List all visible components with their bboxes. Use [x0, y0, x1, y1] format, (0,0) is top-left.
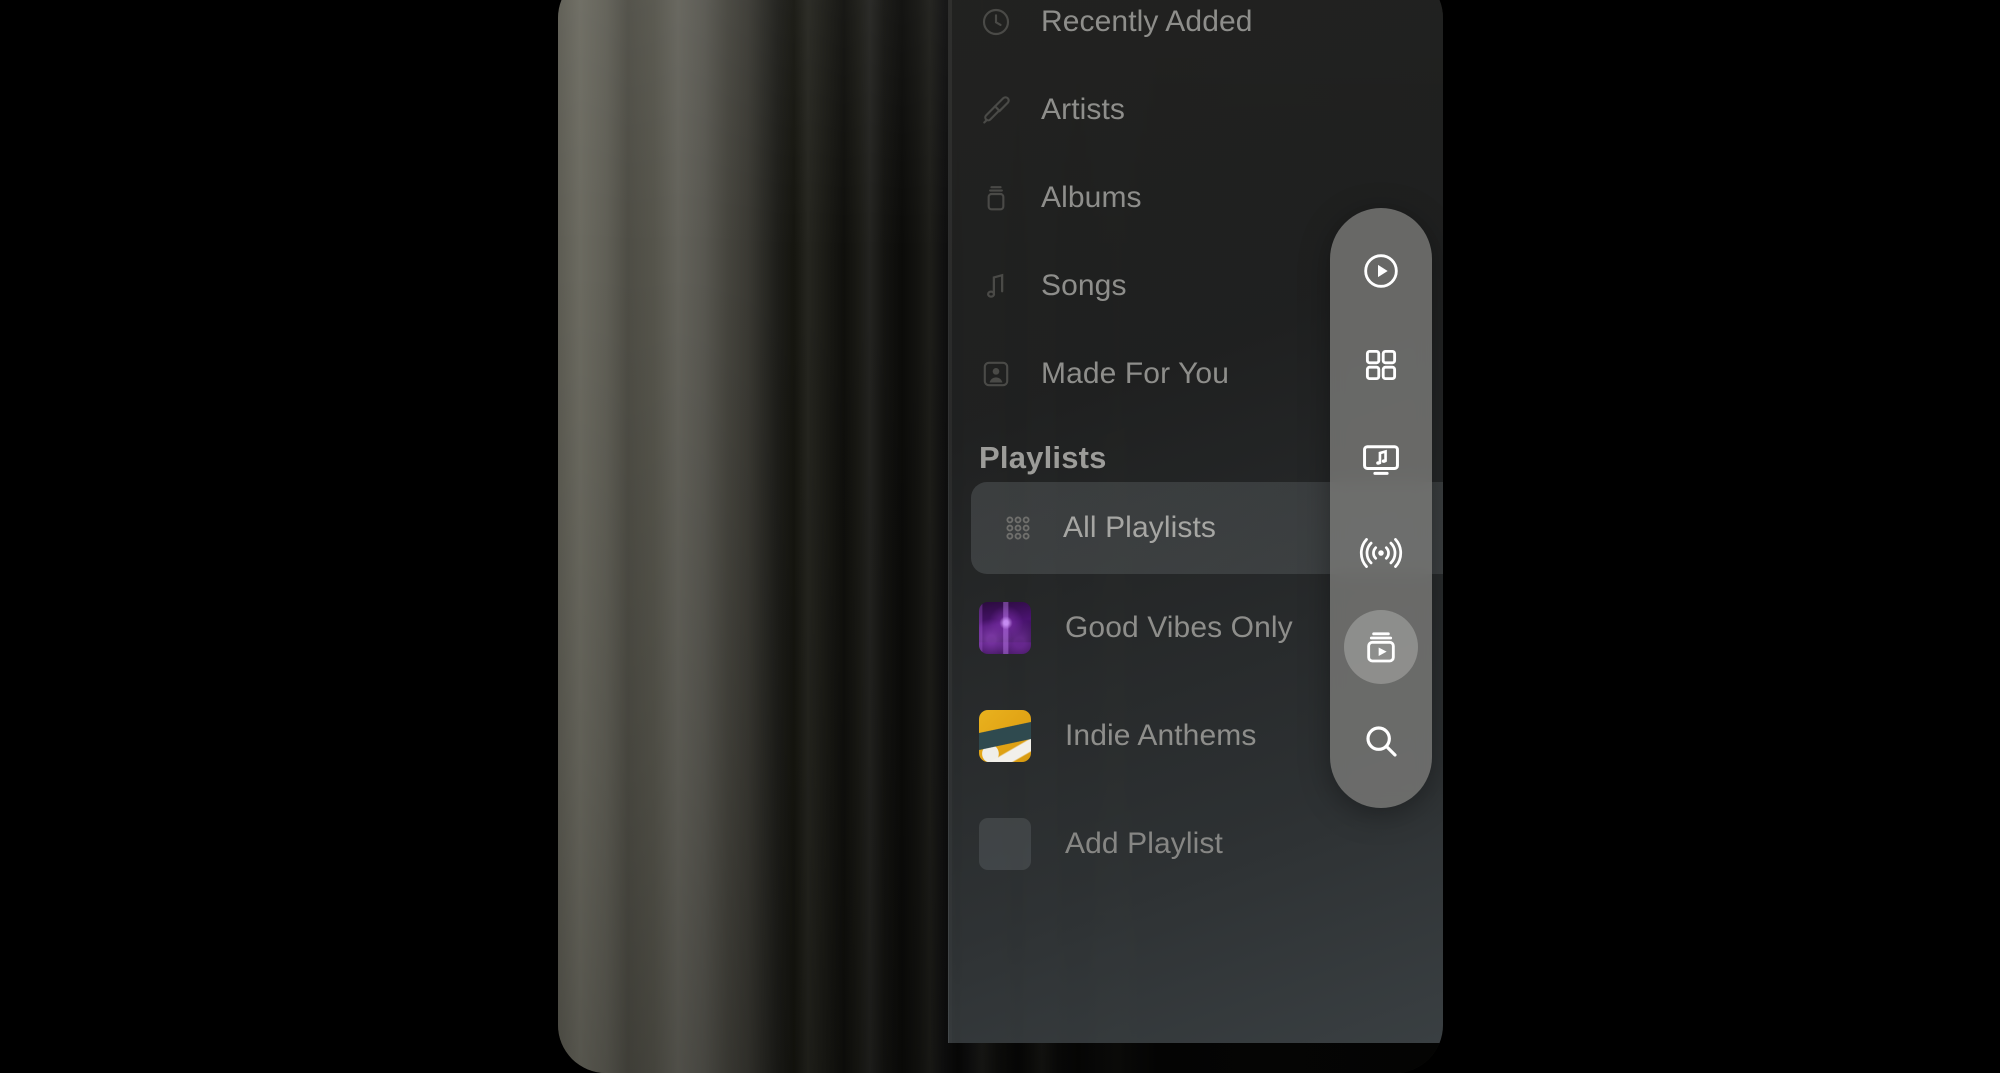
microphone-icon — [979, 93, 1013, 127]
radio-waves-icon[interactable] — [1344, 516, 1418, 590]
sidebar-item-label: Good Vibes Only — [1065, 611, 1293, 644]
album-stack-icon — [979, 181, 1013, 215]
playlist-artwork — [979, 602, 1031, 654]
music-note-icon — [979, 269, 1013, 303]
grid-squares-icon[interactable] — [1344, 328, 1418, 402]
app-window: Recently Added Artists Albums Songs Made… — [558, 0, 1443, 1073]
sidebar-item-label: Add Playlist — [1065, 827, 1223, 860]
sidebar-item-label: Albums — [1041, 181, 1142, 214]
search-icon[interactable] — [1344, 704, 1418, 778]
add-playlist-artwork — [979, 818, 1031, 870]
screen: Recently Added Artists Albums Songs Made… — [0, 0, 2000, 1073]
playlist-play-icon[interactable] — [1344, 610, 1418, 684]
sidebar-item-recently-added[interactable]: Recently Added — [949, 0, 1443, 66]
sidebar-item-label: Recently Added — [1041, 5, 1253, 38]
person-square-icon — [979, 357, 1013, 391]
music-video-icon[interactable] — [1344, 422, 1418, 496]
floating-toolbar — [1330, 208, 1432, 808]
sidebar-item-label: Songs — [1041, 269, 1127, 302]
sidebar-item-label: Made For You — [1041, 357, 1229, 390]
sidebar-item-label: All Playlists — [1063, 511, 1216, 544]
playlist-artwork — [979, 710, 1031, 762]
sidebar-item-label: Indie Anthems — [1065, 719, 1257, 752]
sidebar-item-artists[interactable]: Artists — [949, 66, 1443, 154]
sidebar-item-label: Artists — [1041, 93, 1126, 126]
grid-dots-icon — [1001, 511, 1035, 545]
clock-icon — [979, 5, 1013, 39]
play-circle-icon[interactable] — [1344, 234, 1418, 308]
